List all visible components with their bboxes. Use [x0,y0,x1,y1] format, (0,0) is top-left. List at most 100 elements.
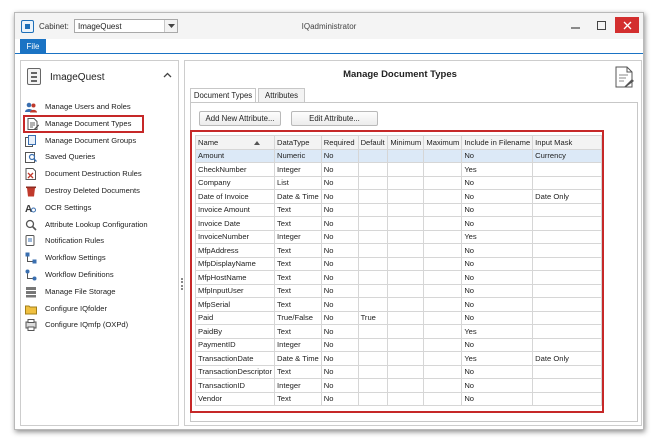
table-cell [357,229,389,244]
table-row[interactable]: MfpHostName Text No No [195,270,602,285]
table-cell [387,216,425,231]
table-cell: Text [274,256,322,271]
sidebar-item-ocr-settings[interactable]: A OCR Settings [25,200,175,216]
table-row[interactable]: TransactionDate Date & Time No Yes Date Only [195,351,602,366]
table-row[interactable]: InvoiceNumber Integer No Yes [195,229,602,244]
file-storage-icon [25,286,37,298]
table-cell: Text [274,283,322,298]
sidebar-item-configure-iqmfp-oxpd[interactable]: Configure IQmfp (OXPd) [25,317,175,333]
table-row[interactable]: Invoice Date Text No No [195,216,602,231]
table-cell [423,310,463,325]
sidebar-item-document-destruction-rules[interactable]: Document Destruction Rules [25,166,175,182]
table-row[interactable]: MfpDisplayName Text No No [195,256,602,271]
sidebar-item-configure-iqfolder[interactable]: Configure IQfolder [25,301,175,317]
window-title: IQadministrator [301,22,357,31]
table-cell [387,391,425,406]
table-row[interactable]: Amount Numeric No No Currency [195,148,602,163]
table-cell [423,256,463,271]
table-row[interactable]: TransactionDescriptor Text No No [195,364,602,379]
svg-text:A: A [25,204,32,214]
table-cell [357,364,389,379]
sidebar-item-notification-rules[interactable]: Notification Rules [25,233,175,249]
table-cell [423,351,463,366]
sidebar-item-destroy-deleted-documents[interactable]: Destroy Deleted Documents [25,183,175,199]
column-header[interactable]: Maximum [423,135,463,150]
table-cell: No [320,310,359,325]
table-cell [423,378,463,393]
table-cell: TransactionDate [195,351,275,366]
table-cell [357,256,389,271]
table-cell: Text [274,202,322,217]
sidebar-item-workflow-settings[interactable]: Workflow Settings [25,250,175,266]
table-cell: True/False [274,310,322,325]
table-row[interactable]: PaidBy Text No Yes [195,324,602,339]
document-settings-icon [613,66,635,90]
workflow-definitions-icon [25,269,37,281]
table-row[interactable]: CheckNumber Integer No Yes [195,162,602,177]
tab-attributes[interactable]: Attributes [258,88,305,103]
table-row[interactable]: MfpAddress Text No No [195,243,602,258]
table-row[interactable]: PaymentID Integer No No [195,337,602,352]
sidebar-item-label: Manage Users and Roles [45,102,131,111]
column-header[interactable]: Default [357,135,389,150]
minimize-button[interactable] [563,17,587,33]
sidebar-header[interactable]: ImageQuest [27,67,172,87]
table-cell [387,364,425,379]
sidebar-item-label: Configure IQfolder [45,303,108,313]
table-cell [423,337,463,352]
table-cell [532,297,602,312]
table-cell: Text [274,216,322,231]
edit-attribute-button[interactable]: Edit Attribute... [291,111,378,126]
table-cell [532,378,602,393]
sidebar-item-label: Document Destruction Rules [45,169,142,179]
column-header[interactable]: DataType [274,135,322,150]
table-cell: No [461,364,534,379]
sidebar-item-label: Attribute Lookup Configuration [45,219,148,229]
file-tab[interactable]: File [20,39,46,54]
minimize-icon [570,26,580,29]
column-header[interactable]: Name [195,135,275,150]
table-cell: No [461,391,534,406]
sidebar-item-workflow-definitions[interactable]: Workflow Definitions [25,267,175,283]
table-cell [387,351,425,366]
column-header[interactable]: Required [320,135,359,150]
sidebar-item-manage-users-and-roles[interactable]: Manage Users and Roles [25,99,175,115]
table-cell [357,283,389,298]
sidebar-item-manage-document-types[interactable]: Manage Document Types [23,114,144,133]
table-cell [357,378,389,393]
tab-document-types[interactable]: Document Types [190,88,256,103]
close-button[interactable] [615,17,639,33]
destroy-icon [25,185,37,197]
table-cell: Invoice Date [195,216,275,231]
sidebar-item-manage-document-groups[interactable]: Manage Document Groups [25,133,175,149]
table-row[interactable]: MfpSerial Text No No [195,297,602,312]
table-row[interactable]: Vendor Text No No [195,391,602,406]
column-header-label: Input Mask [535,137,573,147]
column-header[interactable]: Input Mask [532,135,602,150]
column-header[interactable]: Include in Filename [461,135,534,150]
sidebar-item-saved-queries[interactable]: Saved Queries [25,149,175,165]
table-row[interactable]: Date of Invoice Date & Time No No Date Only [195,189,602,204]
table-cell: Paid [195,310,275,325]
table-row[interactable]: Company List No No [195,175,602,190]
table-row[interactable]: TransactionID Integer No No [195,378,602,393]
sidebar-header-title: ImageQuest [50,72,105,83]
column-header[interactable]: Minimum [387,135,425,150]
sidebar-item-label: Notification Rules [45,236,105,246]
table-row[interactable]: Paid True/False No True No [195,310,602,325]
chevron-up-icon[interactable] [163,71,172,80]
users-icon [25,101,37,113]
add-attribute-button[interactable]: Add New Attribute... [199,111,281,126]
sidebar-item-attribute-lookup-configuration[interactable]: Attribute Lookup Configuration [25,217,175,233]
maximize-button[interactable] [589,17,613,33]
sidebar-item-manage-file-storage[interactable]: Manage File Storage [25,284,175,300]
table-cell [387,378,425,393]
table-cell: No [320,175,359,190]
table-cell [387,162,425,177]
maximize-icon [596,20,606,30]
table-cell [357,202,389,217]
main-panel: Manage Document Types Document Types Att… [184,60,642,426]
table-row[interactable]: MfpInputUser Text No No [195,283,602,298]
table-row[interactable]: Invoice Amount Text No No [195,202,602,217]
table-cell [357,337,389,352]
